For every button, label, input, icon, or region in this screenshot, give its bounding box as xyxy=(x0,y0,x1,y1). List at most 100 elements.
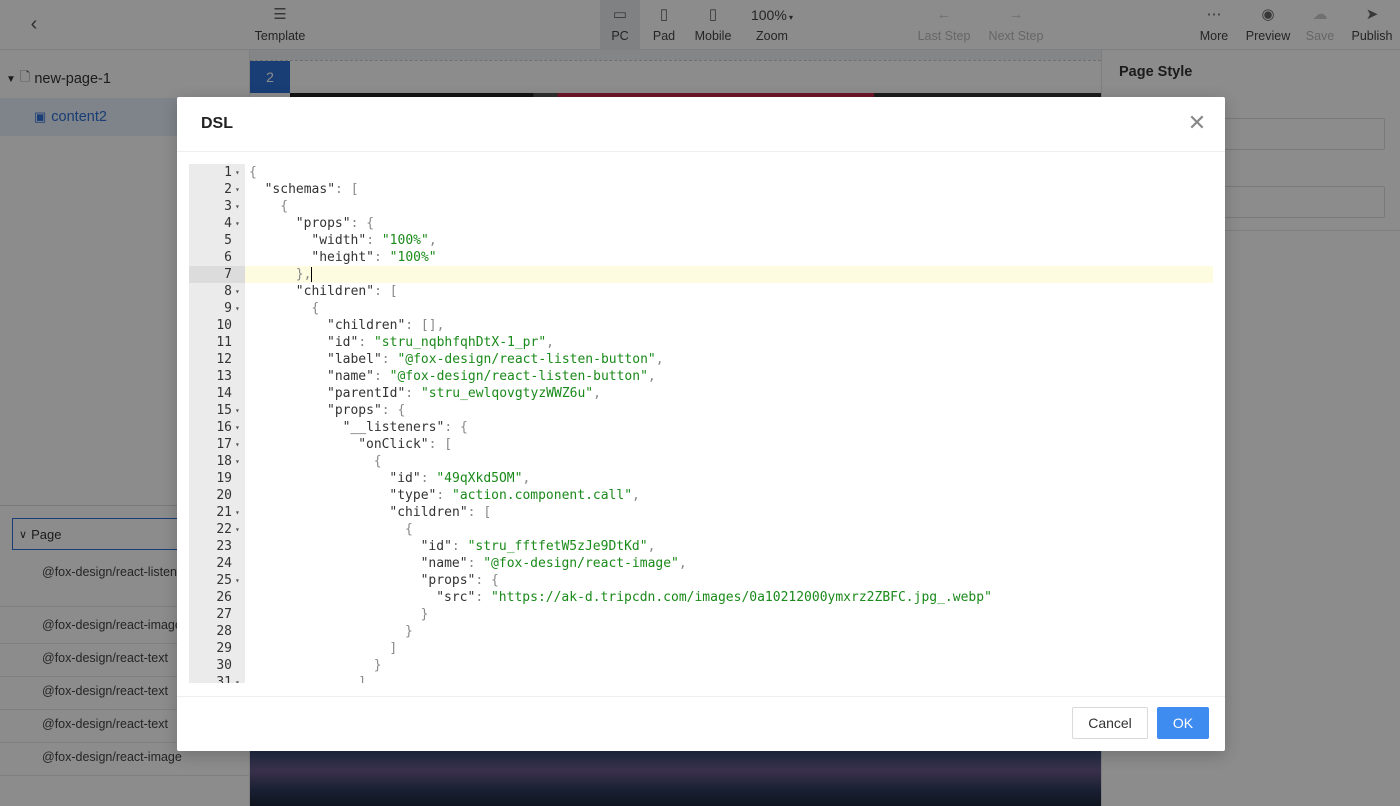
code-line[interactable]: 17 ▾ "onClick": [ xyxy=(189,436,1213,453)
code-line[interactable]: 6 "height": "100%" xyxy=(189,249,1213,266)
code-line[interactable]: 22 ▾{ xyxy=(189,521,1213,538)
fold-caret-icon[interactable]: ▾ xyxy=(235,674,240,683)
code-line[interactable]: 31 ▾] xyxy=(189,674,1213,683)
fold-caret-icon[interactable]: ▾ xyxy=(235,572,240,589)
code-text: "__listeners": { xyxy=(343,419,468,436)
fold-caret-icon[interactable]: ▾ xyxy=(235,402,240,419)
code-token: , xyxy=(647,369,656,384)
cancel-button[interactable]: Cancel xyxy=(1072,707,1148,739)
fold-caret-icon[interactable]: ▾ xyxy=(235,504,240,521)
code-token: , xyxy=(428,233,437,248)
code-token: : [ xyxy=(335,182,359,197)
code-token: "@fox-design/react-listen-button" xyxy=(397,352,656,367)
code-token: : xyxy=(381,352,398,367)
code-token: "id" xyxy=(389,471,421,486)
code-line[interactable]: 23 "id": "stru_fftfetW5zJe9DtKd", xyxy=(189,538,1213,555)
code-text: "height": "100%" xyxy=(311,249,436,266)
line-number: 6 xyxy=(224,250,232,265)
fold-caret-icon[interactable]: ▾ xyxy=(235,300,240,317)
code-line[interactable]: 18 ▾{ xyxy=(189,453,1213,470)
line-number: 12 xyxy=(216,352,232,367)
code-token: : xyxy=(366,233,382,248)
code-line[interactable]: 1 ▾{ xyxy=(189,164,1213,181)
code-line[interactable]: 16 ▾ "__listeners": { xyxy=(189,419,1213,436)
code-line[interactable]: 13 "name": "@fox-design/react-listen-butt… xyxy=(189,368,1213,385)
code-token: }, xyxy=(295,267,312,282)
code-line[interactable]: 5 "width": "100%", xyxy=(189,232,1213,249)
code-token: "type" xyxy=(389,488,437,503)
fold-caret-icon[interactable]: ▾ xyxy=(235,436,240,453)
code-token: "https://ak-d.tripcdn.com/images/0a10212… xyxy=(490,590,992,605)
code-token: , xyxy=(522,471,531,486)
code-line[interactable]: 12 "label": "@fox-design/react-listen-but… xyxy=(189,351,1213,368)
code-token: : [ xyxy=(374,284,398,299)
code-token: "width" xyxy=(311,233,367,248)
ok-button[interactable]: OK xyxy=(1157,707,1209,739)
code-token: , xyxy=(647,539,656,554)
code-line[interactable]: 14 "parentId": "stru_ewlqovgtyzWWZ6u", xyxy=(189,385,1213,402)
code-text: { xyxy=(405,521,413,538)
code-token: "name" xyxy=(327,369,374,384)
code-token: : xyxy=(451,539,468,554)
fold-caret-icon[interactable]: ▾ xyxy=(235,215,240,232)
code-line[interactable]: 7}, xyxy=(189,266,1213,283)
line-number: 10 xyxy=(216,318,232,333)
code-token: , xyxy=(546,335,554,350)
code-line[interactable]: 11 "id": "stru_nqbhfqhDtX-1_pr", xyxy=(189,334,1213,351)
code-token: "children" xyxy=(389,505,468,520)
code-line[interactable]: 24 "name": "@fox-design/react-image", xyxy=(189,555,1213,572)
code-text: { xyxy=(311,300,319,317)
code-line[interactable]: 2 ▾ "schemas": [ xyxy=(189,181,1213,198)
code-text: "children": [ xyxy=(296,283,398,300)
code-text: } xyxy=(421,606,429,623)
code-line[interactable]: 28} xyxy=(189,623,1213,640)
code-line[interactable]: 8 ▾ "children": [ xyxy=(189,283,1213,300)
fold-caret-icon[interactable]: ▾ xyxy=(235,453,240,470)
code-token: { xyxy=(249,165,257,180)
code-token: : xyxy=(467,556,484,571)
close-icon[interactable]: ✕ xyxy=(1185,111,1209,135)
code-line[interactable]: 30} xyxy=(189,657,1213,674)
code-text: "name": "@fox-design/react-image", xyxy=(421,555,687,572)
fold-caret-icon[interactable]: ▾ xyxy=(235,419,240,436)
code-line[interactable]: 21 ▾ "children": [ xyxy=(189,504,1213,521)
code-token: "stru_fftfetW5zJe9DtKd" xyxy=(467,539,648,554)
code-text: } xyxy=(405,623,413,640)
code-text: "parentId": "stru_ewlqovgtyzWWZ6u", xyxy=(327,385,601,402)
code-token: "props" xyxy=(327,403,382,418)
code-line[interactable]: 20 "type": "action.component.call", xyxy=(189,487,1213,504)
code-token: "height" xyxy=(311,250,375,265)
code-token: : xyxy=(475,590,491,605)
line-number: 27 xyxy=(216,607,232,622)
code-token: : xyxy=(373,369,390,384)
code-line[interactable]: 27} xyxy=(189,606,1213,623)
code-token: { xyxy=(373,454,382,469)
text-cursor xyxy=(311,267,313,282)
line-number: 5 xyxy=(224,233,232,248)
fold-caret-icon[interactable]: ▾ xyxy=(235,181,240,198)
fold-caret-icon[interactable]: ▾ xyxy=(235,164,240,181)
code-line[interactable]: 9 ▾{ xyxy=(189,300,1213,317)
code-token: "label" xyxy=(327,352,382,367)
code-token: "schemas" xyxy=(264,182,336,197)
code-line[interactable]: 19 "id": "49qXkd5OM", xyxy=(189,470,1213,487)
code-line[interactable]: 29] xyxy=(189,640,1213,657)
code-token: : xyxy=(358,335,374,350)
code-token: { xyxy=(311,301,320,316)
fold-caret-icon[interactable]: ▾ xyxy=(235,521,240,538)
code-line[interactable]: 3 ▾{ xyxy=(189,198,1213,215)
code-line[interactable]: 4 ▾ "props": { xyxy=(189,215,1213,232)
code-token: "@fox-design/react-listen-button" xyxy=(389,369,648,384)
code-line[interactable]: 25 ▾ "props": { xyxy=(189,572,1213,589)
code-token: "stru_ewlqovgtyzWWZ6u" xyxy=(420,386,594,401)
code-token: "children" xyxy=(295,284,375,299)
fold-caret-icon[interactable]: ▾ xyxy=(235,198,240,215)
code-line[interactable]: 15 ▾ "props": { xyxy=(189,402,1213,419)
code-line[interactable]: 26 "src": "https://ak-d.tripcdn.com/image… xyxy=(189,589,1213,606)
code-token: : { xyxy=(444,420,468,435)
code-editor[interactable]: 1 ▾{2 ▾ "schemas": [3 ▾{4 ▾ "props": {5 "width"… xyxy=(189,164,1213,683)
fold-caret-icon[interactable]: ▾ xyxy=(235,283,240,300)
code-text: { xyxy=(249,164,257,181)
code-text: "id": "stru_fftfetW5zJe9DtKd", xyxy=(421,538,656,555)
code-line[interactable]: 10 "children": [], xyxy=(189,317,1213,334)
